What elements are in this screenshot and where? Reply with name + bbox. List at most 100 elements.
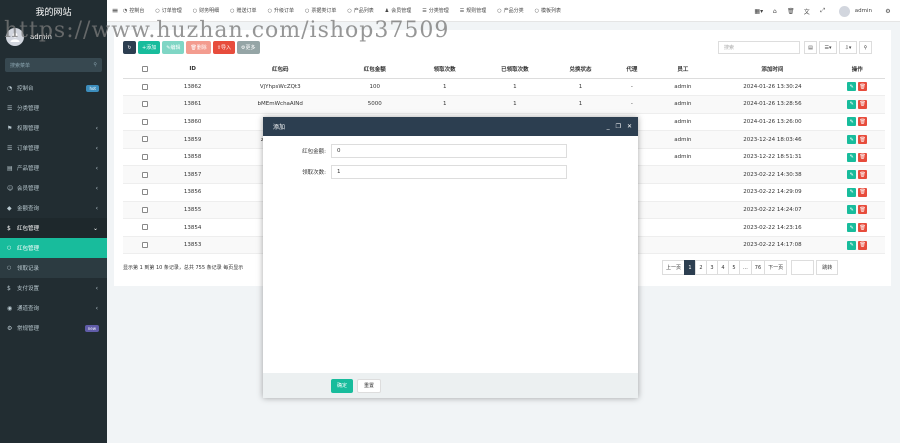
delete-row-button[interactable]: 🗑 — [858, 135, 868, 145]
top-nav-item[interactable]: ○ 模板列表 — [535, 7, 561, 15]
row-select-cell[interactable] — [123, 78, 167, 97]
close-icon[interactable]: ✕ — [627, 123, 632, 130]
row-select-cell[interactable] — [123, 148, 167, 167]
delete-row-button[interactable]: 🗑 — [858, 152, 868, 162]
top-nav-item[interactable]: ○ 产品列表 — [347, 7, 373, 15]
top-nav-item[interactable]: ♟ 会员管理 — [385, 7, 412, 15]
reset-button[interactable]: 重置 — [357, 378, 382, 393]
sidebar-item[interactable]: ⚙ 常规管理 new — [0, 318, 107, 338]
top-nav-item[interactable]: ○ 订单管理 — [155, 7, 181, 15]
table-row[interactable]: 13861 bMEmWchaAINd 5000 1 1 1- admin 2024-01-26… — [123, 95, 885, 114]
select-all-checkbox[interactable] — [141, 66, 148, 72]
row-select-cell[interactable] — [123, 113, 167, 132]
language-icon[interactable]: 文 — [799, 7, 815, 16]
page-jump-input[interactable] — [791, 260, 815, 275]
sidebar-item[interactable]: ☺ 会员管理 ‹ — [0, 178, 107, 198]
add-button[interactable]: + 添加 — [138, 41, 161, 54]
brand-logo[interactable]: 我的网站 — [0, 0, 107, 22]
sidebar-item[interactable]: ○ 领取记录 — [0, 258, 107, 278]
sidebar-search[interactable]: 搜索菜单 ⚲ — [5, 58, 102, 72]
top-nav-item[interactable]: ○ 财务明细 — [193, 7, 219, 15]
delete-row-button[interactable]: 🗑 — [858, 240, 868, 250]
row-select-cell[interactable] — [123, 201, 167, 220]
row-checkbox[interactable] — [141, 118, 148, 125]
menu-toggle-icon[interactable]: ≡ — [107, 6, 123, 15]
prev-page-button[interactable]: 上一页 — [662, 260, 686, 275]
page-jump-button[interactable]: 跳转 — [816, 260, 839, 275]
top-nav-item[interactable]: ○ 赠送订单 — [230, 7, 256, 15]
top-nav-item[interactable]: ○ 票据类订单 — [305, 7, 336, 15]
delete-row-button[interactable]: 🗑 — [858, 223, 868, 233]
settings-icon[interactable]: ⚙ — [880, 8, 896, 15]
trash-icon[interactable]: 🗑 — [783, 8, 799, 15]
confirm-button[interactable]: 确定 — [331, 378, 354, 393]
select-all-cell[interactable] — [123, 61, 167, 79]
row-checkbox[interactable] — [141, 189, 148, 196]
top-nav-item[interactable]: ◔ 控制台 — [123, 7, 144, 15]
row-select-cell[interactable] — [123, 218, 167, 237]
row-select-cell[interactable] — [123, 183, 167, 202]
edit-row-button[interactable]: ✎ — [847, 82, 857, 92]
sidebar-item[interactable]: ◉ 通道查询 ‹ — [0, 298, 107, 318]
row-checkbox[interactable] — [141, 83, 148, 90]
row-checkbox[interactable] — [141, 136, 148, 143]
sidebar-item[interactable]: ◆ 金额查询 ‹ — [0, 198, 107, 218]
home-icon[interactable]: ⌂ — [767, 8, 783, 15]
times-input[interactable]: 1 — [331, 165, 567, 179]
edit-row-button[interactable]: ✎ — [847, 223, 857, 233]
maximize-icon[interactable]: ❐ — [616, 123, 621, 130]
delete-row-button[interactable]: 🗑 — [858, 99, 868, 109]
fullscreen-icon[interactable]: ⤢ — [815, 7, 831, 15]
sidebar-item[interactable]: ⚑ 权限管理 ‹ — [0, 118, 107, 138]
edit-row-button[interactable]: ✎ — [847, 205, 857, 215]
delete-row-button[interactable]: 🗑 — [858, 170, 868, 180]
row-checkbox[interactable] — [141, 101, 148, 108]
table-search-input[interactable]: 搜索 — [718, 41, 800, 54]
top-avatar[interactable] — [838, 5, 850, 17]
delete-row-button[interactable]: 🗑 — [858, 205, 868, 215]
sidebar-item[interactable]: ◔ 控制台 hot — [0, 78, 107, 98]
top-nav-item[interactable]: ☰ 规则管理 — [460, 7, 487, 15]
top-user-name[interactable]: admin — [855, 8, 872, 14]
search-button[interactable]: ⚲ — [859, 41, 872, 54]
sidebar-item[interactable]: ▤ 产品管理 ‹ — [0, 158, 107, 178]
row-select-cell[interactable] — [123, 130, 167, 149]
sidebar-item[interactable]: $ 红包管理 ⌄ — [0, 218, 107, 238]
edit-button[interactable]: ✎ 编辑 — [162, 41, 185, 54]
row-select-cell[interactable] — [123, 95, 167, 114]
row-checkbox[interactable] — [141, 171, 148, 178]
delete-row-button[interactable]: 🗑 — [858, 117, 868, 127]
row-checkbox[interactable] — [141, 241, 148, 248]
edit-row-button[interactable]: ✎ — [847, 187, 857, 197]
row-select-cell[interactable] — [123, 236, 167, 255]
top-nav-item[interactable]: ☰ 分类管理 — [422, 7, 449, 15]
row-checkbox[interactable] — [141, 224, 148, 231]
toggle-view-button[interactable]: ▤ — [804, 41, 817, 54]
edit-row-button[interactable]: ✎ — [847, 135, 857, 145]
row-select-cell[interactable] — [123, 165, 167, 185]
export-button[interactable]: ⇩▾ — [839, 41, 857, 54]
edit-row-button[interactable]: ✎ — [847, 170, 857, 180]
edit-row-button[interactable]: ✎ — [847, 240, 857, 250]
delete-row-button[interactable]: 🗑 — [858, 82, 868, 92]
columns-button[interactable]: ☰▾ — [819, 41, 837, 54]
dialog-header[interactable]: 添加 _ ❐ ✕ — [263, 117, 638, 136]
sidebar-item[interactable]: ☰ 分类管理 — [0, 98, 107, 118]
next-page-button[interactable]: 下一页 — [764, 260, 788, 275]
top-nav-item[interactable]: ○ 升级订单 — [268, 7, 294, 15]
delete-button[interactable]: 🗑 删除 — [186, 41, 211, 54]
delete-row-button[interactable]: 🗑 — [858, 187, 868, 197]
amount-input[interactable]: 0 — [331, 144, 567, 158]
edit-row-button[interactable]: ✎ — [847, 99, 857, 109]
row-checkbox[interactable] — [141, 153, 148, 160]
edit-row-button[interactable]: ✎ — [847, 152, 857, 162]
row-checkbox[interactable] — [141, 206, 148, 213]
more-button[interactable]: ⚙ 更多 — [237, 41, 260, 54]
sidebar-item[interactable]: ○ 红包管理 — [0, 238, 107, 258]
page-button[interactable]: 76 — [750, 260, 766, 275]
minimize-icon[interactable]: _ — [607, 123, 610, 130]
layout-icon[interactable]: ▦▾ — [751, 8, 767, 15]
edit-row-button[interactable]: ✎ — [847, 117, 857, 127]
avatar[interactable] — [6, 28, 24, 46]
sidebar-item[interactable]: $ 支付设置 ‹ — [0, 278, 107, 298]
